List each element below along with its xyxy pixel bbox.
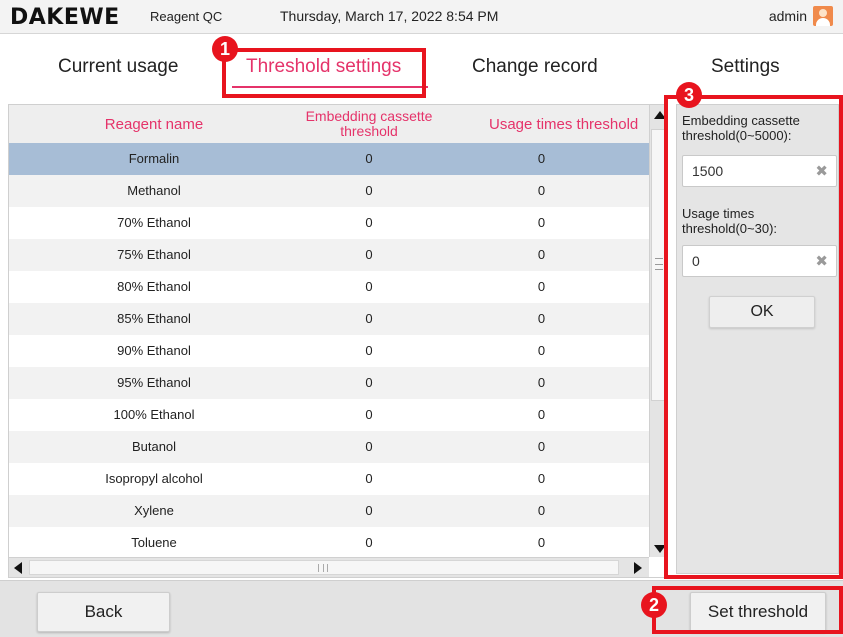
cell-usage-threshold: 0: [537, 151, 546, 166]
cell-usage-threshold: 0: [537, 215, 546, 230]
grip-icon: [318, 564, 328, 572]
scroll-right-arrow-icon[interactable]: [634, 562, 642, 574]
cell-embedding-threshold: 0: [365, 471, 373, 486]
cell-embedding-threshold: 0: [365, 343, 373, 358]
cell-reagent-name: 100% Ethanol: [113, 407, 195, 422]
cell-embedding-threshold: 0: [365, 535, 373, 550]
cell-embedding-threshold: 0: [365, 375, 373, 390]
column-header-embedding-threshold: Embedding cassette threshold: [305, 108, 433, 139]
cell-reagent-name: Formalin: [128, 151, 180, 166]
app-title: Reagent QC: [150, 9, 223, 24]
table-row[interactable]: 75% Ethanol 0 0: [9, 239, 649, 271]
tab-current-usage[interactable]: Current usage: [58, 56, 178, 78]
datetime: Thursday, March 17, 2022 8:54 PM: [280, 8, 499, 24]
annotation-badge-3: 3: [676, 82, 702, 108]
table-row[interactable]: Formalin 0 0: [9, 143, 649, 175]
cell-usage-threshold: 0: [537, 311, 546, 326]
user-avatar-icon[interactable]: [813, 6, 833, 26]
table-row[interactable]: Isopropyl alcohol 0 0: [9, 463, 649, 495]
cell-embedding-threshold: 0: [365, 183, 373, 198]
cell-reagent-name: Methanol: [127, 183, 181, 198]
table-row[interactable]: 100% Ethanol 0 0: [9, 399, 649, 431]
cell-embedding-threshold: 0: [365, 215, 373, 230]
reagent-table: Reagent name Embedding cassette threshol…: [8, 104, 668, 578]
back-button[interactable]: Back: [37, 592, 170, 632]
table-row[interactable]: Methanol 0 0: [9, 175, 649, 207]
table-body: Formalin 0 0 Methanol 0 0 70% Ethanol 0 0 75% Eth…: [9, 143, 649, 559]
table-row[interactable]: 95% Ethanol 0 0: [9, 367, 649, 399]
table-row[interactable]: Toluene 0 0: [9, 527, 649, 559]
cell-reagent-name: 90% Ethanol: [117, 343, 191, 358]
brand-logo: DAKEWE: [10, 5, 120, 30]
cell-usage-threshold: 0: [537, 439, 546, 454]
annotation-box-3: [664, 95, 843, 579]
cell-embedding-threshold: 0: [365, 503, 373, 518]
cell-embedding-threshold: 0: [365, 311, 373, 326]
table-header: Reagent name Embedding cassette threshol…: [9, 105, 649, 143]
table-row[interactable]: 85% Ethanol 0 0: [9, 303, 649, 335]
cell-embedding-threshold: 0: [365, 279, 373, 294]
cell-usage-threshold: 0: [537, 407, 546, 422]
cell-embedding-threshold: 0: [365, 407, 373, 422]
table-row[interactable]: 80% Ethanol 0 0: [9, 271, 649, 303]
scroll-left-arrow-icon[interactable]: [14, 562, 22, 574]
tab-settings[interactable]: Settings: [711, 56, 780, 78]
cell-usage-threshold: 0: [537, 375, 546, 390]
cell-usage-threshold: 0: [537, 471, 546, 486]
column-header-reagent-name: Reagent name: [104, 115, 204, 133]
cell-reagent-name: Toluene: [131, 535, 177, 550]
annotation-box-1: [222, 48, 426, 98]
user-name[interactable]: admin: [769, 8, 807, 24]
column-header-usage-threshold: Usage times threshold: [489, 115, 639, 133]
cell-usage-threshold: 0: [537, 503, 546, 518]
cell-reagent-name: Butanol: [131, 439, 177, 454]
cell-embedding-threshold: 0: [365, 439, 373, 454]
table-row[interactable]: 70% Ethanol 0 0: [9, 207, 649, 239]
annotation-badge-2: 2: [641, 592, 667, 618]
top-bar: DAKEWE Reagent QC Thursday, March 17, 20…: [0, 0, 843, 34]
grip-icon: [655, 258, 663, 270]
cell-usage-threshold: 0: [537, 343, 546, 358]
cell-reagent-name: 80% Ethanol: [117, 279, 191, 294]
table-row[interactable]: Butanol 0 0: [9, 431, 649, 463]
table-row[interactable]: 90% Ethanol 0 0: [9, 335, 649, 367]
cell-embedding-threshold: 0: [365, 151, 373, 166]
cell-usage-threshold: 0: [537, 279, 546, 294]
annotation-badge-1: 1: [212, 36, 238, 62]
cell-reagent-name: Isopropyl alcohol: [105, 471, 203, 486]
annotation-box-2: [652, 586, 843, 634]
cell-reagent-name: 75% Ethanol: [117, 247, 191, 262]
cell-reagent-name: 85% Ethanol: [117, 311, 191, 326]
cell-usage-threshold: 0: [537, 183, 546, 198]
cell-reagent-name: 95% Ethanol: [117, 375, 191, 390]
cell-usage-threshold: 0: [537, 535, 546, 550]
cell-reagent-name: Xylene: [134, 503, 174, 518]
horizontal-scrollbar[interactable]: [9, 557, 649, 577]
horizontal-scroll-thumb[interactable]: [29, 560, 619, 575]
tab-change-record[interactable]: Change record: [472, 56, 598, 78]
table-row[interactable]: Xylene 0 0: [9, 495, 649, 527]
cell-reagent-name: 70% Ethanol: [117, 215, 191, 230]
cell-embedding-threshold: 0: [365, 247, 373, 262]
cell-usage-threshold: 0: [537, 247, 546, 262]
